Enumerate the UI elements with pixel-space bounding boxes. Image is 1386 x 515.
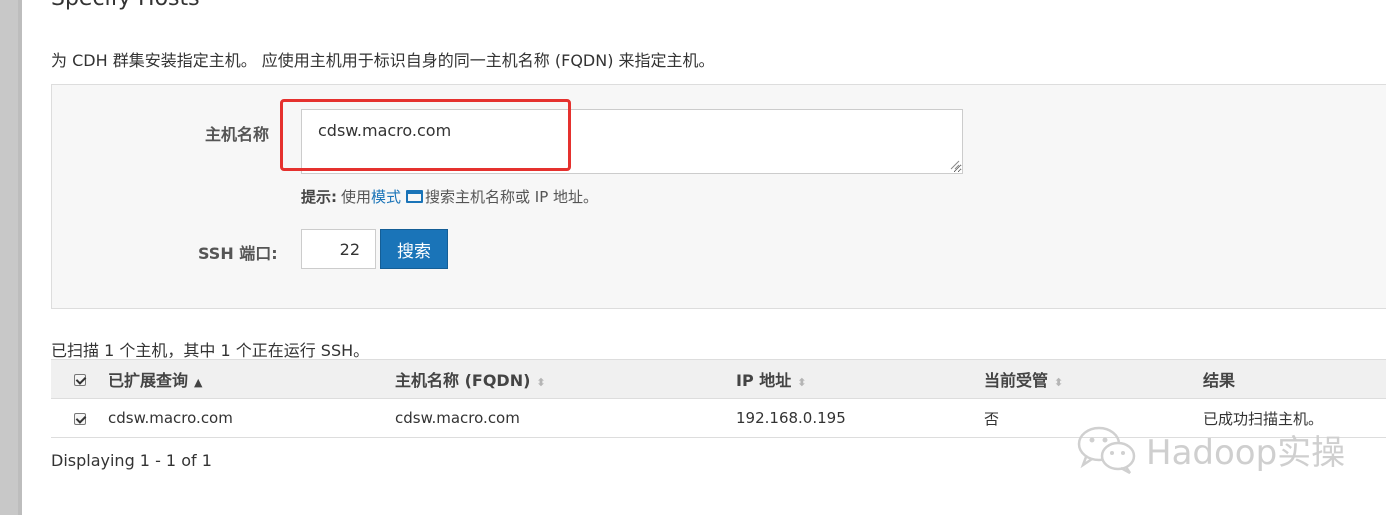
watermark-text: Hadoop实操 [1146, 432, 1346, 473]
column-label: 结果 [1203, 371, 1236, 390]
column-header-hostname[interactable]: 主机名称 (FQDN) ⬍ [395, 359, 736, 399]
search-hint: 提示: 使用 模式 搜索主机名称或 IP 地址。 [301, 186, 598, 207]
host-name-label: 主机名称 [205, 125, 270, 144]
wechat-icon [1077, 426, 1136, 474]
popup-window-icon[interactable] [406, 190, 424, 203]
search-button[interactable]: 搜索 [380, 229, 448, 269]
hint-prefix: 使用 [341, 188, 372, 206]
column-label: IP 地址 [736, 371, 792, 390]
left-rail-edge [18, 0, 22, 515]
column-label: 已扩展查询 [108, 371, 189, 390]
hint-label: 提示: [301, 188, 337, 206]
ssh-port-label: SSH 端口: [198, 244, 278, 263]
page-heading: Specify Hosts [51, 0, 200, 11]
select-all-cell [51, 359, 108, 399]
pattern-link[interactable]: 模式 [371, 186, 401, 207]
select-all-checkbox[interactable] [73, 374, 86, 386]
column-header-ip[interactable]: IP 地址 ⬍ [736, 359, 984, 399]
ssh-port-input[interactable] [301, 229, 376, 269]
column-label: 主机名称 (FQDN) [395, 371, 531, 390]
paging-info: Displaying 1 - 1 of 1 [51, 451, 212, 470]
table-header-row: 已扩展查询 ▲ 主机名称 (FQDN) ⬍ IP 地址 ⬍ 当前受管 ⬍ 结果 [51, 359, 1386, 399]
intro-text: 为 CDH 群集安装指定主机。 应使用主机用于标识自身的同一主机名称 (FQDN… [51, 51, 715, 70]
hint-suffix: 搜索主机名称或 IP 地址。 [425, 188, 599, 206]
sort-asc-icon: ▲ [194, 376, 203, 389]
column-header-result: 结果 [1203, 359, 1386, 399]
sort-icon: ⬍ [536, 376, 546, 389]
annotation-highlight-box [280, 99, 571, 171]
scan-summary: 已扫描 1 个主机，其中 1 个正在运行 SSH。 [51, 341, 370, 360]
column-header-query[interactable]: 已扩展查询 ▲ [108, 359, 395, 399]
column-label: 当前受管 [984, 371, 1049, 390]
cell-query: cdsw.macro.com [108, 398, 395, 438]
row-checkbox[interactable] [73, 412, 86, 425]
sort-icon: ⬍ [1054, 376, 1064, 389]
cell-hostname: cdsw.macro.com [395, 398, 736, 438]
watermark: Hadoop实操 [1076, 424, 1345, 474]
sort-icon: ⬍ [797, 376, 807, 389]
cell-ip: 192.168.0.195 [736, 398, 984, 438]
resize-grip-icon[interactable] [948, 158, 960, 170]
row-select-cell [51, 398, 108, 438]
column-header-managed[interactable]: 当前受管 ⬍ [984, 359, 1203, 399]
